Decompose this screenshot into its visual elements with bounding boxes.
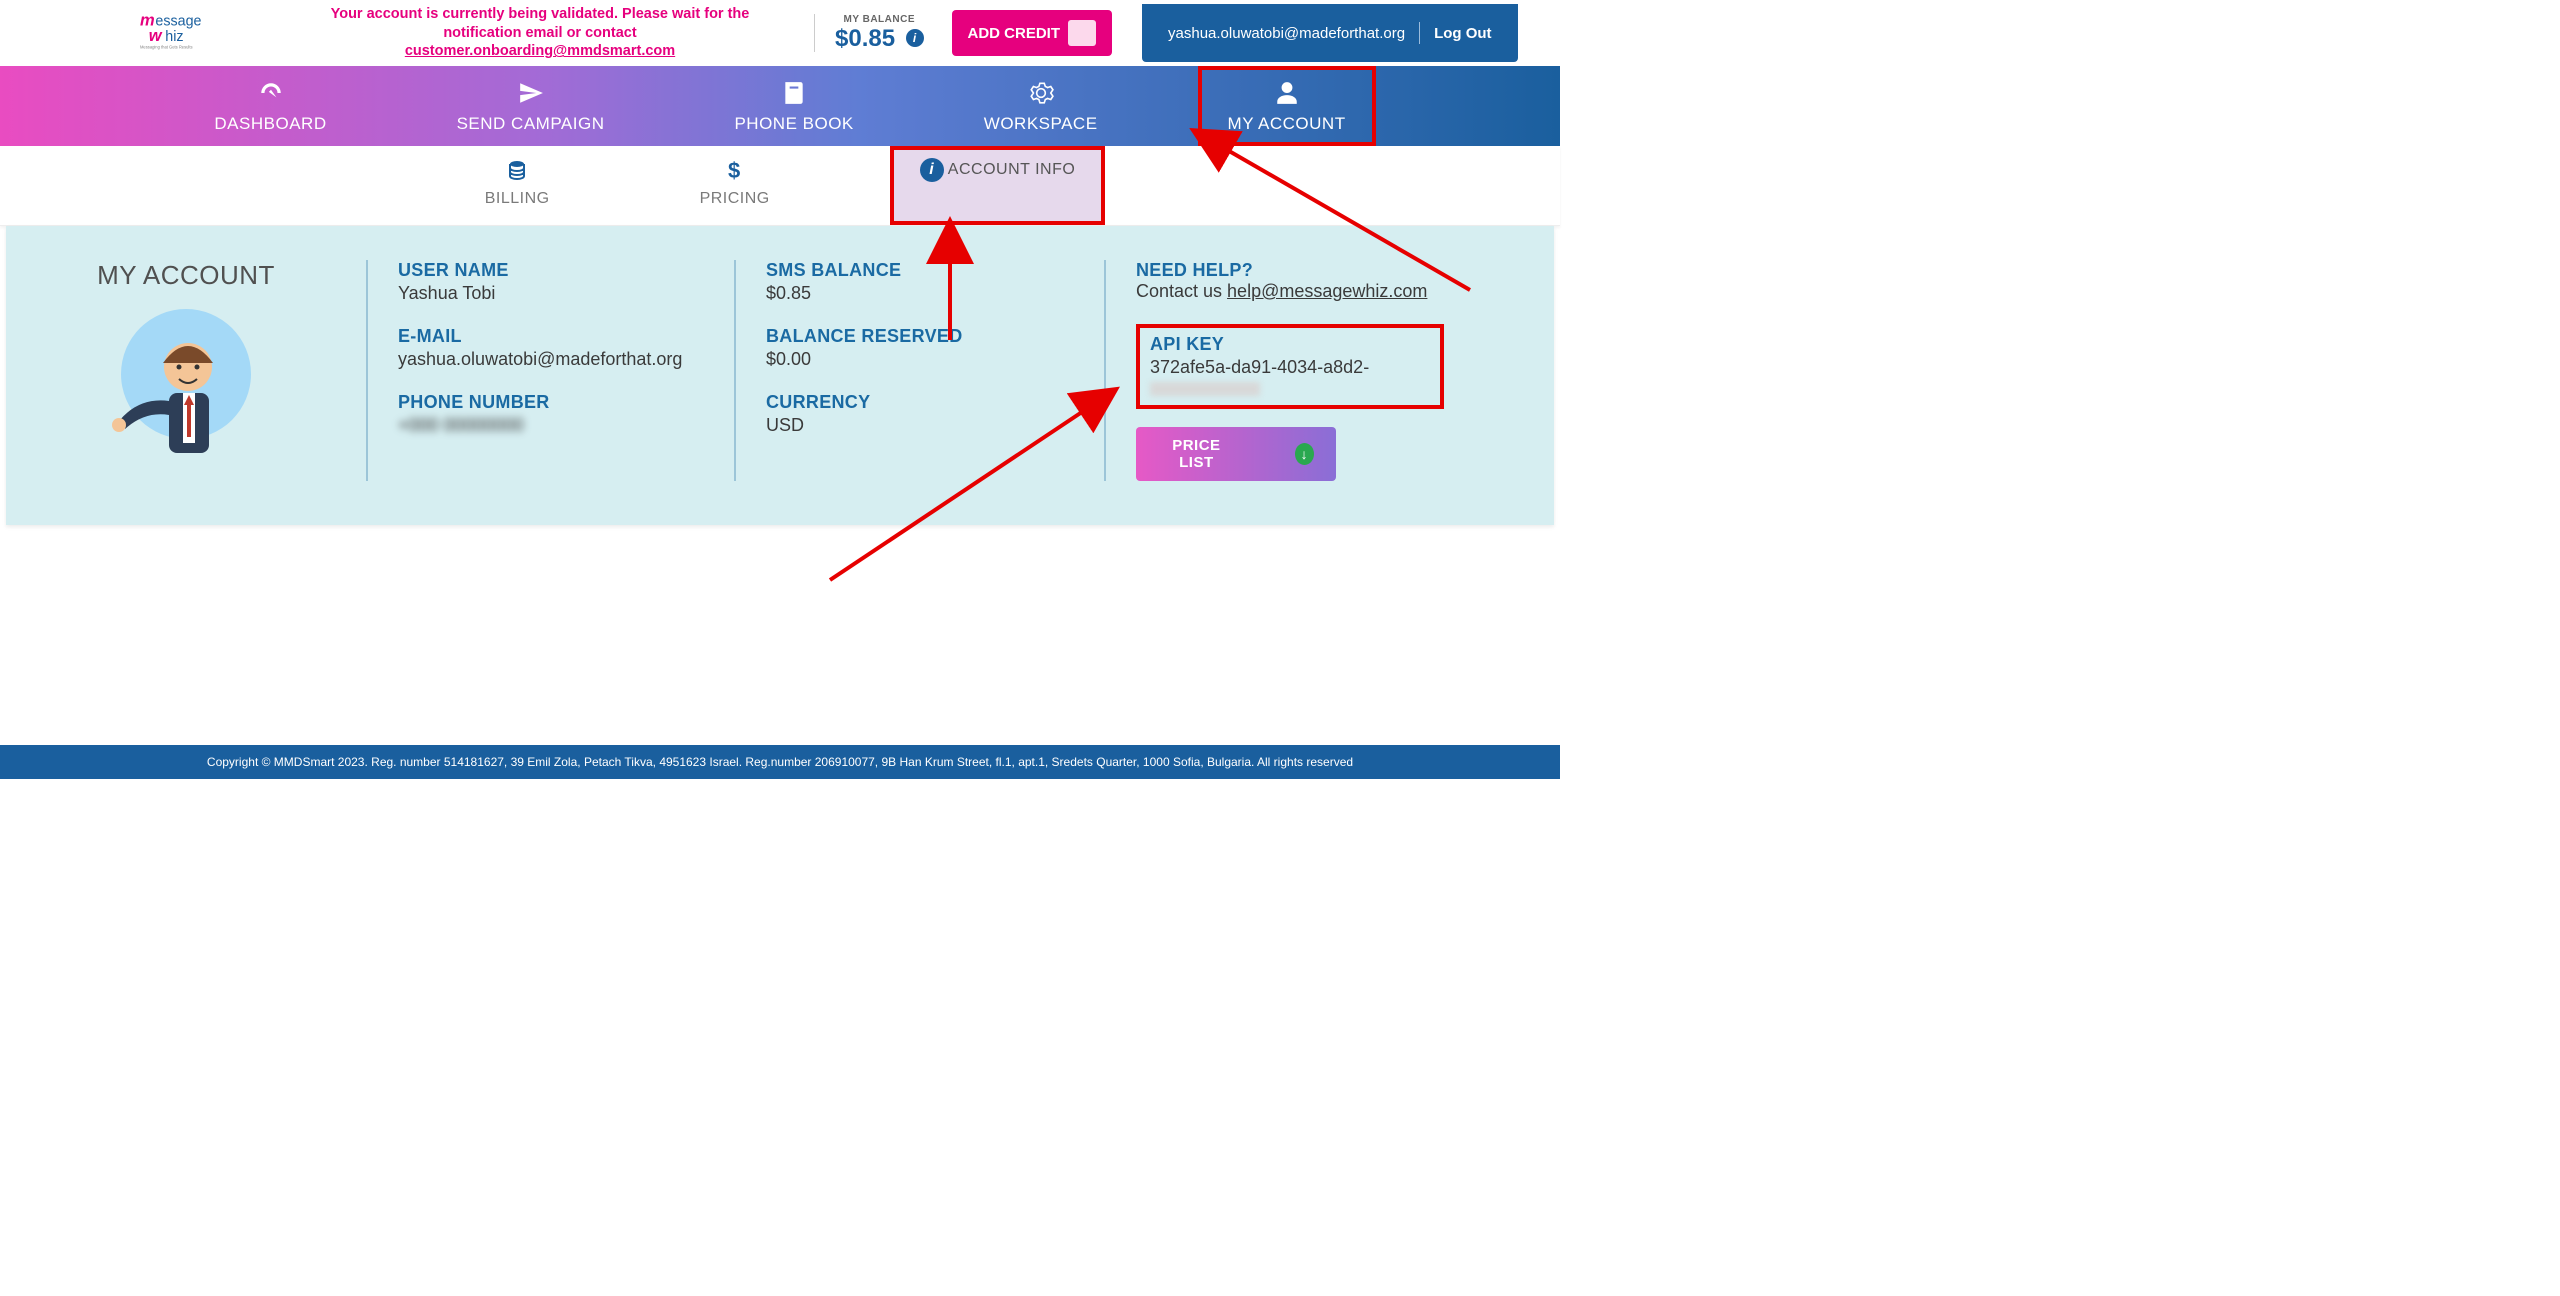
top-bar: m essage w hiz Messaging that Gets Resul… bbox=[0, 0, 1560, 66]
logo[interactable]: m essage w hiz Messaging that Gets Resul… bbox=[0, 7, 280, 60]
onboarding-email-link[interactable]: customer.onboarding@mmdsmart.com bbox=[405, 43, 675, 59]
price-list-button[interactable]: PRICE LIST ↓ bbox=[1136, 427, 1336, 481]
balance-reserved-value: $0.00 bbox=[766, 349, 1074, 370]
add-credit-button[interactable]: ADD CREDIT bbox=[952, 10, 1113, 56]
email-label: E-MAIL bbox=[398, 326, 704, 347]
currency-label: CURRENCY bbox=[766, 392, 1074, 413]
svg-text:hiz: hiz bbox=[165, 28, 183, 44]
api-key-label: API KEY bbox=[1150, 334, 1430, 355]
gauge-icon bbox=[258, 80, 284, 106]
phone-book-icon bbox=[781, 80, 807, 106]
info-icon[interactable]: i bbox=[906, 29, 924, 47]
phone-label: PHONE NUMBER bbox=[398, 392, 704, 413]
nav-send-campaign[interactable]: SEND CAMPAIGN bbox=[427, 66, 635, 146]
coins-icon bbox=[505, 158, 529, 182]
panel-title: MY ACCOUNT bbox=[6, 260, 366, 291]
api-key-value: 372afe5a-da91-4034-a8d2- bbox=[1150, 357, 1430, 399]
subnav-account-info[interactable]: i ACCOUNT INFO bbox=[890, 146, 1106, 225]
user-email: yashua.oluwatobi@madeforthat.org bbox=[1168, 25, 1405, 42]
account-panel: MY ACCOUNT USER NAME bbox=[6, 226, 1554, 525]
nav-phone-book[interactable]: PHONE BOOK bbox=[704, 66, 883, 146]
balance-reserved-label: BALANCE RESERVED bbox=[766, 326, 1074, 347]
phone-value: +000 00000000 bbox=[398, 415, 704, 436]
balance-value: $0.85 bbox=[835, 25, 895, 52]
footer: Copyright © MMDSmart 2023. Reg. number 5… bbox=[0, 745, 1560, 779]
email-value: yashua.oluwatobi@madeforthat.org bbox=[398, 349, 704, 370]
user-bar: yashua.oluwatobi@madeforthat.org Log Out bbox=[1142, 4, 1518, 62]
avatar bbox=[121, 309, 251, 439]
svg-text:w: w bbox=[149, 26, 163, 44]
divider bbox=[814, 14, 815, 52]
need-help-text: Contact us help@messagewhiz.com bbox=[1136, 281, 1444, 302]
currency-value: USD bbox=[766, 415, 1074, 436]
credit-card-icon bbox=[1068, 20, 1096, 46]
send-icon bbox=[518, 80, 544, 106]
sub-nav: BILLING $ PRICING i ACCOUNT INFO bbox=[0, 146, 1560, 226]
subnav-billing[interactable]: BILLING bbox=[455, 146, 580, 225]
api-key-box: API KEY 372afe5a-da91-4034-a8d2- bbox=[1136, 324, 1444, 409]
gear-icon bbox=[1028, 80, 1054, 106]
balance-label: MY BALANCE bbox=[835, 14, 924, 25]
svg-text:Messaging that Gets Results: Messaging that Gets Results bbox=[140, 44, 193, 49]
nav-my-account[interactable]: MY ACCOUNT bbox=[1198, 66, 1376, 146]
info-icon: i bbox=[920, 158, 944, 182]
user-icon bbox=[1274, 80, 1300, 106]
main-nav: DASHBOARD SEND CAMPAIGN PHONE BOOK WORKS… bbox=[0, 66, 1560, 146]
dollar-icon: $ bbox=[723, 158, 747, 182]
user-name-value: Yashua Tobi bbox=[398, 283, 704, 304]
validation-message: Your account is currently being validate… bbox=[280, 5, 800, 62]
need-help-label: NEED HELP? bbox=[1136, 260, 1444, 281]
download-icon: ↓ bbox=[1295, 443, 1314, 465]
balance-widget: MY BALANCE $0.85 i bbox=[829, 14, 930, 53]
user-name-label: USER NAME bbox=[398, 260, 704, 281]
sms-balance-value: $0.85 bbox=[766, 283, 1074, 304]
sms-balance-label: SMS BALANCE bbox=[766, 260, 1074, 281]
nav-workspace[interactable]: WORKSPACE bbox=[954, 66, 1128, 146]
subnav-pricing[interactable]: $ PRICING bbox=[670, 146, 800, 225]
logout-link[interactable]: Log Out bbox=[1434, 25, 1491, 42]
svg-text:essage: essage bbox=[155, 13, 201, 29]
help-email-link[interactable]: help@messagewhiz.com bbox=[1227, 281, 1427, 301]
svg-text:$: $ bbox=[728, 158, 741, 182]
nav-dashboard[interactable]: DASHBOARD bbox=[184, 66, 356, 146]
